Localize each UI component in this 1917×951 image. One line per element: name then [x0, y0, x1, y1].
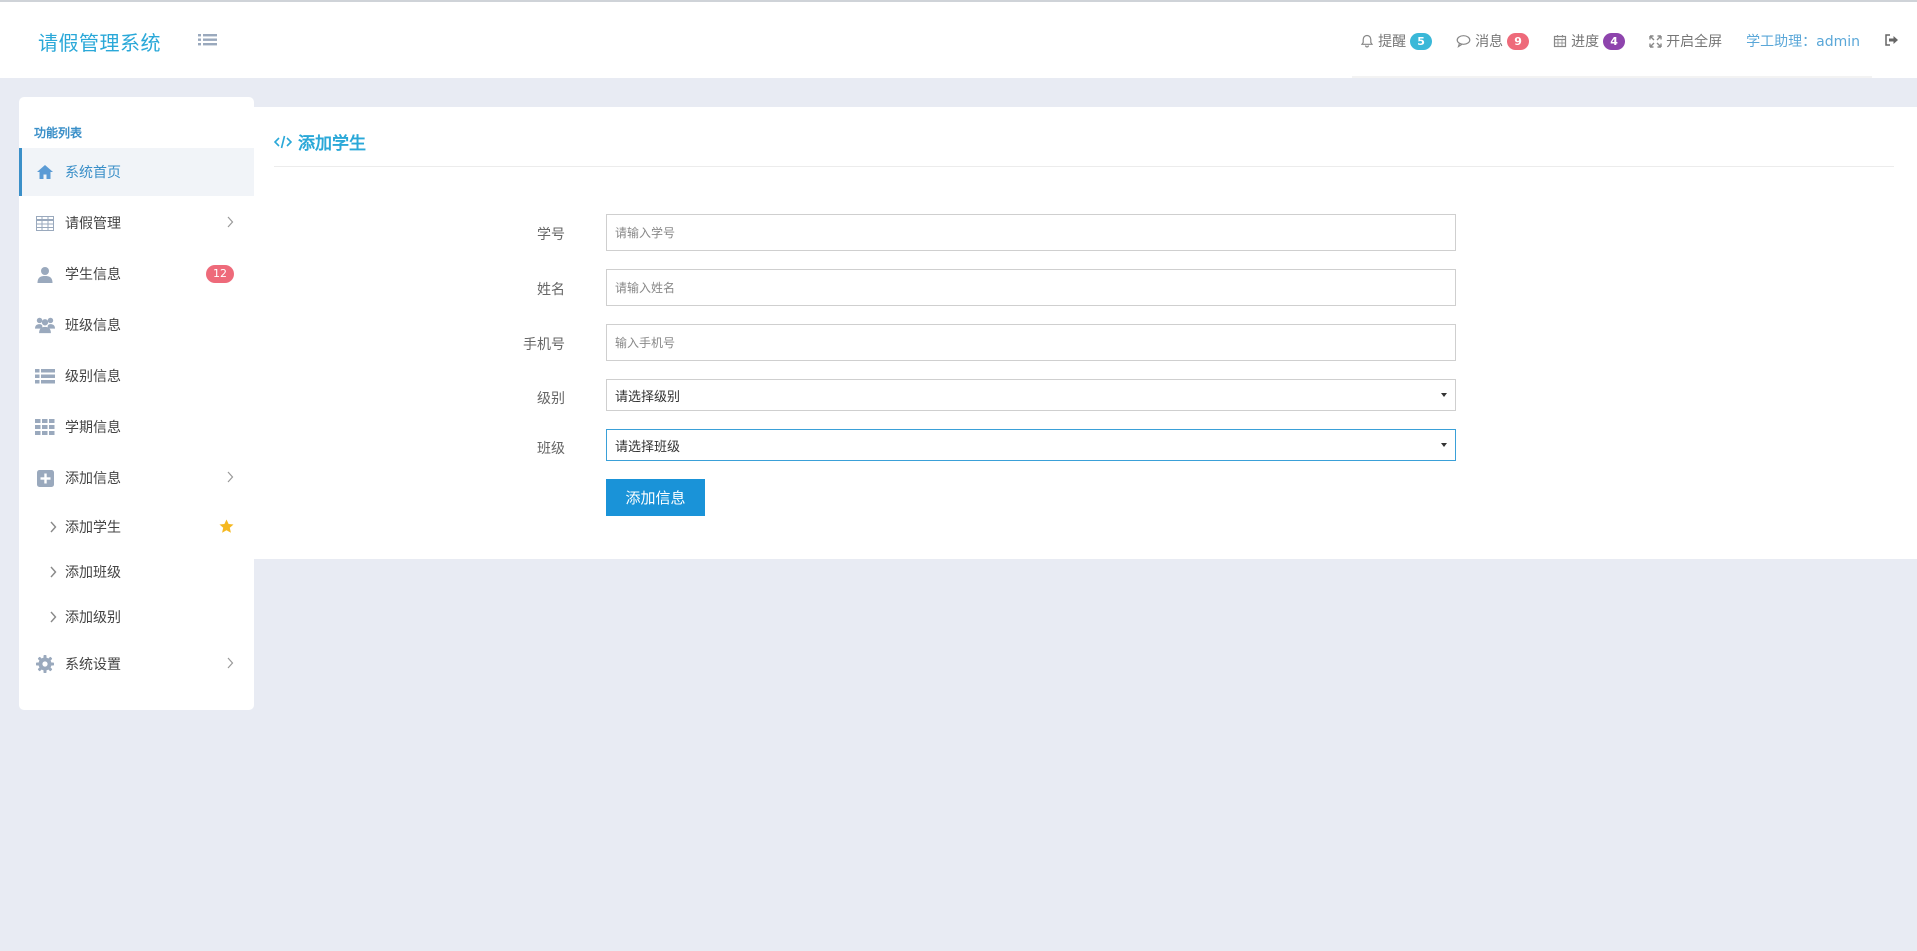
reminder-label: 提醒 [1378, 34, 1407, 50]
fullscreen-button[interactable]: 开启全屏 [1649, 31, 1722, 51]
chevron-right-icon [50, 611, 57, 623]
header-actions: 提醒 5 消息 9 进度 4 开启全屏 学工助理：admin [1336, 30, 1899, 52]
code-icon [274, 135, 292, 148]
add-student-panel: 添加学生 学号 姓名 手机号 级别 请选择级别 班级 请选择班级 [254, 107, 1917, 559]
sidebar: 功能列表 系统首页 请假管理 学生信息 12 班级信息 级别信息 学期信息 添加… [19, 97, 254, 710]
sidebar-subitem-add-class[interactable]: 添加班级 [19, 552, 254, 592]
level-label: 级别 [537, 391, 565, 407]
class-select[interactable]: 请选择班级 [606, 429, 1456, 461]
sidebar-item-label: 添加信息 [65, 471, 121, 487]
brand-title[interactable]: 请假管理系统 [38, 27, 161, 56]
sidebar-item-system-settings[interactable]: 系统设置 [19, 640, 254, 688]
home-icon [35, 162, 55, 182]
chevron-right-icon [50, 566, 57, 578]
panel-divider [274, 166, 1894, 167]
chevron-right-icon [227, 657, 234, 669]
student-id-label: 学号 [537, 227, 565, 243]
name-input[interactable] [606, 269, 1456, 306]
class-select-value: 请选择班级 [615, 439, 681, 455]
chevron-right-icon [50, 521, 57, 533]
level-select-value: 请选择级别 [615, 389, 681, 405]
sidebar-item-label: 班级信息 [65, 318, 121, 334]
submit-button[interactable]: 添加信息 [606, 479, 705, 516]
expand-icon [1649, 34, 1662, 48]
progress-count-badge: 4 [1603, 32, 1626, 50]
message-label: 消息 [1475, 34, 1504, 50]
sidebar-item-label: 学期信息 [65, 420, 121, 436]
sidebar-subitem-label: 添加班级 [65, 565, 121, 581]
sidebar-item-level-info[interactable]: 级别信息 [19, 352, 254, 400]
sidebar-item-home[interactable]: 系统首页 [19, 148, 254, 196]
bell-icon [1361, 34, 1374, 48]
progress-label: 进度 [1571, 34, 1600, 50]
plus-square-icon [35, 468, 55, 488]
student-count-badge: 12 [206, 265, 234, 283]
phone-input[interactable] [606, 324, 1456, 361]
panel-title-text: 添加学生 [298, 134, 366, 154]
caret-down-icon [1441, 393, 1447, 397]
student-id-input[interactable] [606, 214, 1456, 251]
caret-down-icon [1441, 443, 1447, 447]
sidebar-item-add-info[interactable]: 添加信息 [19, 454, 254, 502]
comment-icon [1456, 35, 1471, 48]
header-divider [1352, 76, 1872, 78]
message-button[interactable]: 消息 9 [1456, 31, 1530, 51]
star-icon [219, 519, 234, 533]
table-icon [35, 213, 55, 233]
phone-label: 手机号 [523, 337, 565, 353]
level-select[interactable]: 请选择级别 [606, 379, 1456, 411]
grid-icon [35, 417, 55, 437]
sidebar-item-student-info[interactable]: 学生信息 12 [19, 250, 254, 298]
reminder-count-badge: 5 [1410, 32, 1433, 50]
progress-button[interactable]: 进度 4 [1553, 31, 1626, 51]
class-label: 班级 [537, 441, 565, 457]
name-label: 姓名 [537, 282, 565, 298]
sidebar-item-label: 学生信息 [65, 267, 121, 283]
sidebar-subitem-label: 添加学生 [65, 520, 121, 536]
chevron-right-icon [227, 216, 234, 228]
sidebar-subitem-label: 添加级别 [65, 610, 121, 626]
sidebar-item-label: 请假管理 [65, 216, 121, 232]
chevron-right-icon [227, 471, 234, 483]
sidebar-subitem-add-level[interactable]: 添加级别 [19, 597, 254, 637]
fullscreen-label: 开启全屏 [1666, 34, 1723, 50]
user-icon [35, 264, 55, 284]
calendar-icon [1554, 35, 1567, 48]
panel-title: 添加学生 [274, 129, 366, 154]
users-icon [35, 315, 55, 335]
sidebar-item-class-info[interactable]: 班级信息 [19, 301, 254, 349]
sidebar-item-term-info[interactable]: 学期信息 [19, 403, 254, 451]
logout-icon[interactable] [1884, 32, 1899, 51]
user-menu[interactable]: 学工助理：admin [1746, 31, 1860, 51]
sidebar-subitem-add-student[interactable]: 添加学生 [19, 507, 254, 547]
reminder-button[interactable]: 提醒 5 [1360, 31, 1433, 51]
menu-toggle-icon[interactable] [198, 32, 220, 50]
sidebar-item-label: 系统设置 [65, 657, 121, 673]
top-header: 请假管理系统 提醒 5 消息 9 进度 4 开启全屏 学工助理：admin [0, 0, 1917, 78]
sidebar-item-label: 系统首页 [65, 165, 121, 181]
sidebar-item-leave-management[interactable]: 请假管理 [19, 199, 254, 247]
gear-icon [35, 654, 55, 674]
sidebar-item-label: 级别信息 [65, 369, 121, 385]
list-icon [35, 366, 55, 386]
sidebar-title: 功能列表 [34, 126, 83, 140]
message-count-badge: 9 [1507, 32, 1530, 50]
